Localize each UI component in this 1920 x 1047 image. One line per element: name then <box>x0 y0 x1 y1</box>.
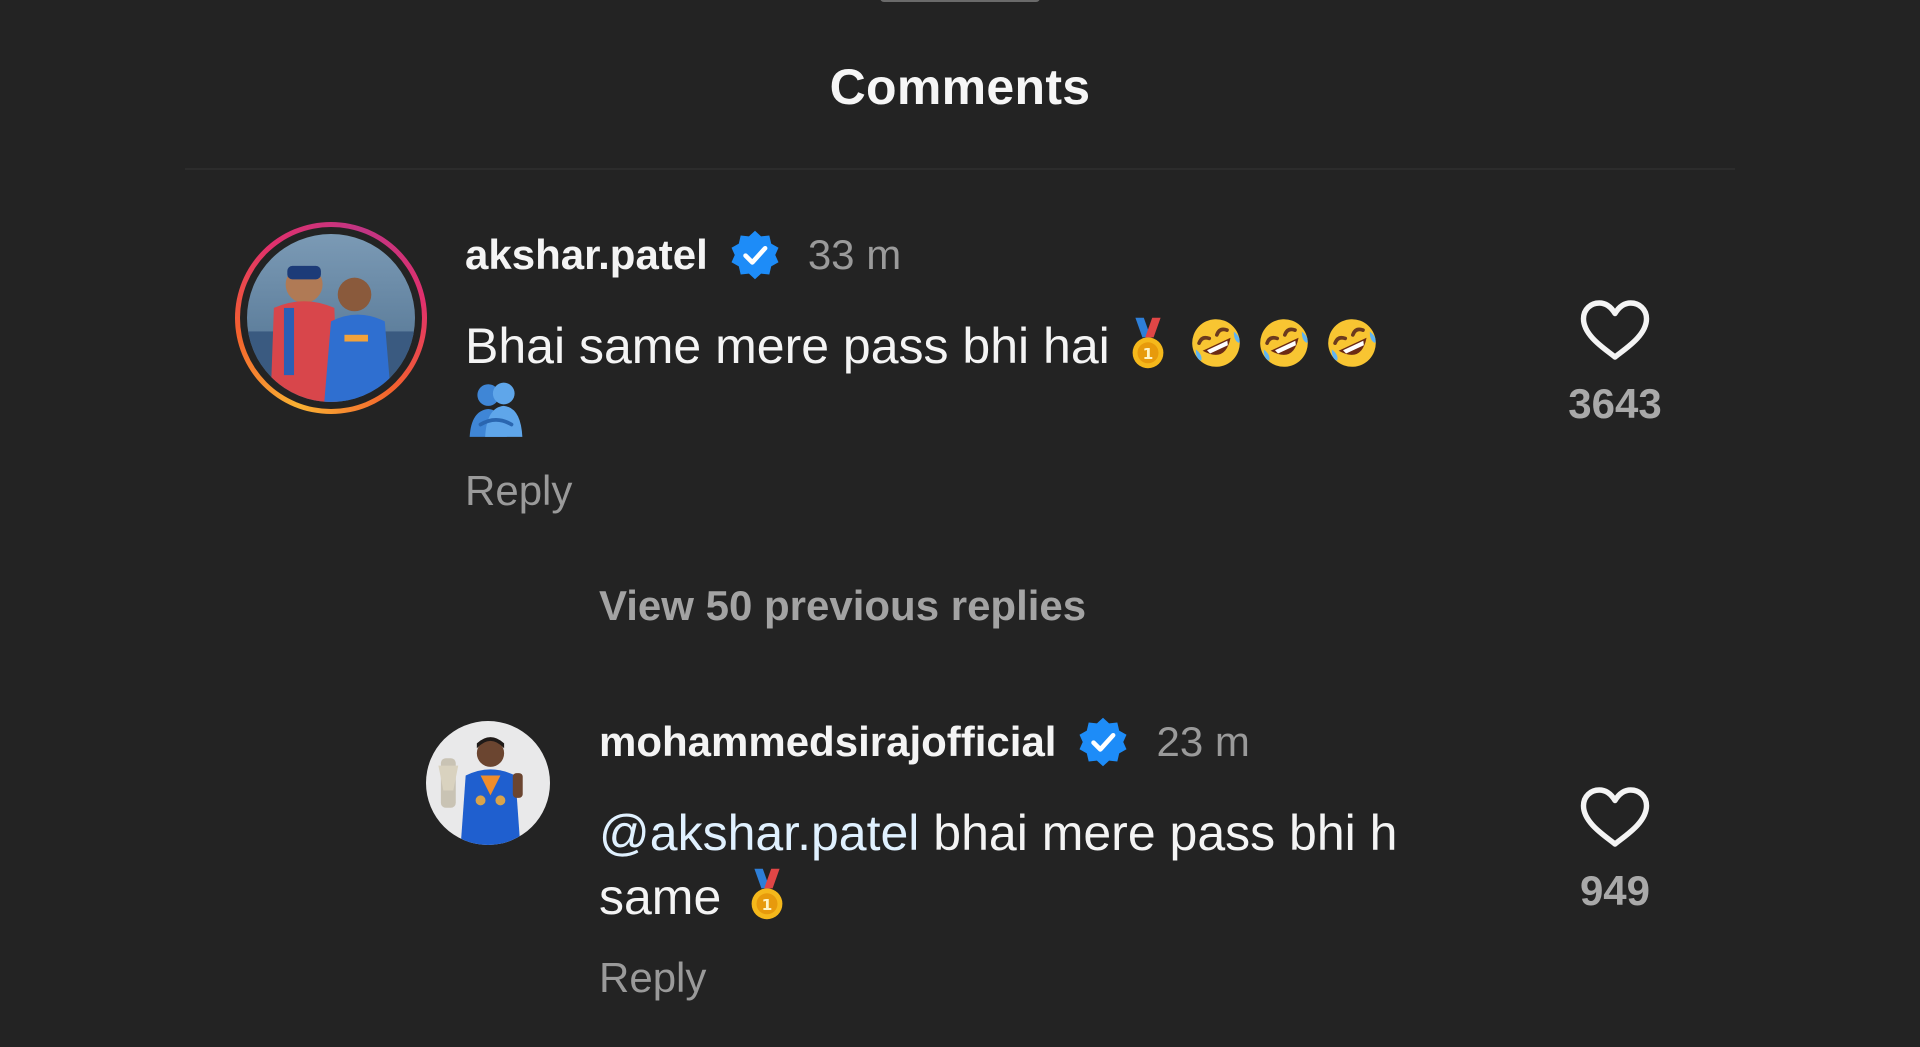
reply-button[interactable]: Reply <box>599 954 706 1002</box>
hug-icon <box>469 382 523 437</box>
reply-meta: mohammedsirajofficial 23 m <box>599 715 1250 769</box>
reply-text-line-2: same <box>599 869 722 925</box>
username[interactable]: akshar.patel <box>465 231 708 279</box>
reply-timestamp: 23 m <box>1156 718 1250 765</box>
like-control: 3643 <box>1550 298 1680 428</box>
svg-text:1: 1 <box>762 896 773 914</box>
comment-text-block: Bhai same mere pass bhi hai 1 <box>465 314 1485 447</box>
verified-badge-icon <box>731 230 779 280</box>
like-count: 3643 <box>1568 380 1662 427</box>
mention-link[interactable]: @akshar.patel <box>599 805 919 861</box>
reply-button[interactable]: Reply <box>465 467 572 515</box>
rofl-icon <box>1259 319 1308 367</box>
avatar-story-ring[interactable] <box>235 222 427 414</box>
comment-timestamp: 33 m <box>807 231 902 278</box>
avatar <box>247 234 415 402</box>
comment-meta: akshar.patel 33 m <box>465 228 901 282</box>
sheet-drag-handle[interactable] <box>880 0 1040 2</box>
reply-text-block: @akshar.patel bhai mere pass bhi h same 1 <box>599 801 1499 929</box>
header-divider <box>185 168 1735 170</box>
heart-icon[interactable] <box>1579 785 1651 849</box>
username[interactable]: mohammedsirajofficial <box>599 718 1056 766</box>
rofl-icon <box>1327 319 1376 367</box>
like-control: 949 <box>1550 785 1680 915</box>
reply-text-line-1: bhai mere pass bhi h <box>919 805 1398 861</box>
rofl-icon <box>1191 319 1240 367</box>
comment-text: Bhai same mere pass bhi hai <box>465 318 1110 374</box>
medal-icon: 1 <box>751 868 783 920</box>
svg-text:1: 1 <box>1142 345 1153 363</box>
heart-icon[interactable] <box>1579 298 1651 362</box>
avatar <box>426 721 550 845</box>
verified-badge-icon <box>1079 717 1127 767</box>
avatar-container[interactable] <box>426 721 550 845</box>
view-previous-replies-button[interactable]: View 50 previous replies <box>599 582 1086 630</box>
sheet-title: Comments <box>829 59 1091 115</box>
medal-icon: 1 <box>1132 317 1164 369</box>
like-count: 949 <box>1579 867 1651 914</box>
